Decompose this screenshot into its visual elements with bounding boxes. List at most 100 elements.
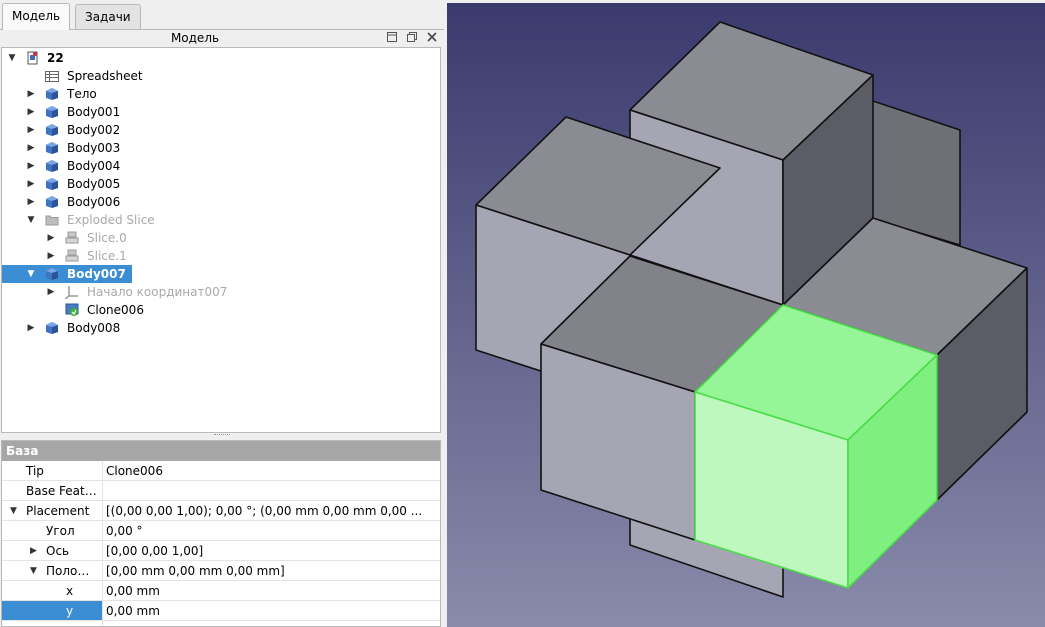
property-value[interactable]: [0,00 0,00 1,00]	[106, 541, 203, 561]
tree-item-clone006[interactable]: Clone006	[2, 301, 440, 319]
property-row-position[interactable]: ▼ Поло… [0,00 mm 0,00 mm 0,00 mm]	[2, 561, 440, 581]
clone-icon	[65, 303, 79, 317]
tree-item-body003[interactable]: ▶ Body003	[2, 139, 440, 157]
property-name: y	[2, 601, 103, 620]
chevron-down-icon[interactable]: ▼	[7, 49, 17, 67]
tree-item-body005[interactable]: ▶ Body005	[2, 175, 440, 193]
tree-item-label: Exploded Slice	[67, 213, 155, 227]
tree-item-origin007[interactable]: ▶ Начало координат007	[2, 283, 440, 301]
tree-item-label: Body003	[67, 141, 121, 155]
tree-item-body004[interactable]: ▶ Body004	[2, 157, 440, 175]
tree-item-label: Slice.0	[87, 231, 127, 245]
tab-model[interactable]: Модель	[2, 3, 71, 30]
property-editor: База Tip Clone006 Base Feat… ▼ Placement…	[1, 440, 441, 627]
property-row-base-feature[interactable]: Base Feat…	[2, 481, 440, 501]
float-panel-icon[interactable]	[385, 31, 399, 45]
undock-panel-icon[interactable]	[405, 31, 419, 45]
property-row-angle[interactable]: Угол 0,00 °	[2, 521, 440, 541]
tree-item-body008[interactable]: ▶ Body008	[2, 319, 440, 337]
tree-item-label: Тело	[67, 87, 97, 101]
property-row-x[interactable]: x 0,00 mm	[2, 581, 440, 601]
property-group-header: База	[2, 441, 440, 461]
property-value[interactable]: 0,00 mm	[106, 601, 160, 621]
property-name: Tip	[2, 461, 103, 480]
chevron-right-icon[interactable]: ▶	[26, 85, 36, 103]
tree-item-label: Spreadsheet	[67, 69, 143, 83]
chevron-right-icon[interactable]: ▶	[26, 193, 36, 211]
chevron-right-icon[interactable]: ▶	[46, 283, 56, 301]
tree-item-spreadsheet[interactable]: Spreadsheet	[2, 67, 440, 85]
property-value[interactable]: [0,00 mm 0,00 mm 0,00 mm]	[106, 561, 285, 581]
tree-item-body006[interactable]: ▶ Body006	[2, 193, 440, 211]
body-icon	[45, 141, 59, 155]
property-name: ▼ Placement	[2, 501, 103, 520]
tree-item-body007[interactable]: ▼ Body007	[2, 265, 132, 283]
property-row-placement[interactable]: ▼ Placement [(0,00 0,00 1,00); 0,00 °; (…	[2, 501, 440, 521]
tree-item-label: Body004	[67, 159, 121, 173]
property-value[interactable]: 0,00 °	[106, 521, 143, 541]
chevron-right-icon[interactable]: ▶	[46, 247, 56, 265]
chevron-right-icon[interactable]: ▶	[46, 229, 56, 247]
property-row-y[interactable]: y 0,00 mm	[2, 601, 440, 621]
property-value[interactable]: Clone006	[106, 461, 163, 481]
property-name: x	[2, 581, 103, 600]
combo-view-panel: Модель Задачи Модель ▼ 22 Spreadsheet ▶ …	[0, 0, 444, 627]
3d-scene[interactable]	[447, 3, 1045, 627]
chevron-down-icon[interactable]: ▼	[10, 501, 17, 521]
body-icon	[45, 159, 59, 173]
tree-item-label: Body008	[67, 321, 121, 335]
folder-icon	[45, 213, 59, 227]
chevron-right-icon[interactable]: ▶	[26, 319, 36, 337]
tree-root-document[interactable]: ▼ 22	[2, 49, 440, 67]
tree-item-label: Начало координат007	[87, 285, 228, 299]
body-icon	[45, 267, 59, 281]
slice-icon	[65, 249, 79, 263]
chevron-right-icon[interactable]: ▶	[26, 103, 36, 121]
chevron-right-icon[interactable]: ▶	[26, 139, 36, 157]
body-icon	[45, 123, 59, 137]
origin-axes-icon	[64, 285, 79, 300]
tree-item-slice1[interactable]: ▶ Slice.1	[2, 247, 440, 265]
property-row-axis[interactable]: ▶ Ось [0,00 0,00 1,00]	[2, 541, 440, 561]
property-name: Base Feat…	[2, 481, 103, 500]
body-icon	[45, 87, 59, 101]
property-row-tip[interactable]: Tip Clone006	[2, 461, 440, 481]
chevron-down-icon[interactable]: ▼	[26, 265, 36, 283]
chevron-down-icon[interactable]: ▼	[26, 211, 36, 229]
panel-splitter[interactable]	[0, 433, 444, 440]
property-name: ▼ Поло…	[2, 561, 103, 580]
model-tree: ▼ 22 Spreadsheet ▶ Тело ▶ Body001 ▶ Body…	[1, 47, 441, 433]
3d-viewport[interactable]	[447, 3, 1045, 627]
body-icon	[45, 177, 59, 191]
chevron-right-icon[interactable]: ▶	[30, 541, 37, 561]
chevron-right-icon[interactable]: ▶	[26, 175, 36, 193]
tree-item-label: Slice.1	[87, 249, 127, 263]
tree-item-exploded-slice[interactable]: ▼ Exploded Slice	[2, 211, 440, 229]
tree-item-label: Body006	[67, 195, 121, 209]
spreadsheet-icon	[45, 69, 59, 83]
tree-panel-titlebar: Модель	[0, 30, 444, 47]
body-icon	[45, 195, 59, 209]
chevron-down-icon[interactable]: ▼	[30, 561, 37, 581]
property-row-next	[2, 621, 440, 626]
tree-item-label: Clone006	[87, 303, 144, 317]
chevron-right-icon[interactable]: ▶	[26, 121, 36, 139]
property-name: Угол	[2, 521, 103, 540]
tree-root-label: 22	[47, 51, 64, 65]
tree-item-label: Body005	[67, 177, 121, 191]
tab-tasks[interactable]: Задачи	[75, 4, 141, 29]
slice-icon	[65, 231, 79, 245]
tree-item-body-telo[interactable]: ▶ Тело	[2, 85, 440, 103]
tree-item-slice0[interactable]: ▶ Slice.0	[2, 229, 440, 247]
property-value[interactable]: [(0,00 0,00 1,00); 0,00 °; (0,00 mm 0,00…	[106, 501, 422, 521]
body-icon	[45, 105, 59, 119]
tree-item-label: Body001	[67, 105, 121, 119]
close-icon[interactable]	[425, 31, 439, 45]
property-value[interactable]: 0,00 mm	[106, 581, 160, 601]
property-name: ▶ Ось	[2, 541, 103, 560]
combo-view-tabs: Модель Задачи	[0, 0, 444, 30]
tree-item-body001[interactable]: ▶ Body001	[2, 103, 440, 121]
chevron-right-icon[interactable]: ▶	[26, 157, 36, 175]
tree-item-body002[interactable]: ▶ Body002	[2, 121, 440, 139]
body-icon	[45, 321, 59, 335]
